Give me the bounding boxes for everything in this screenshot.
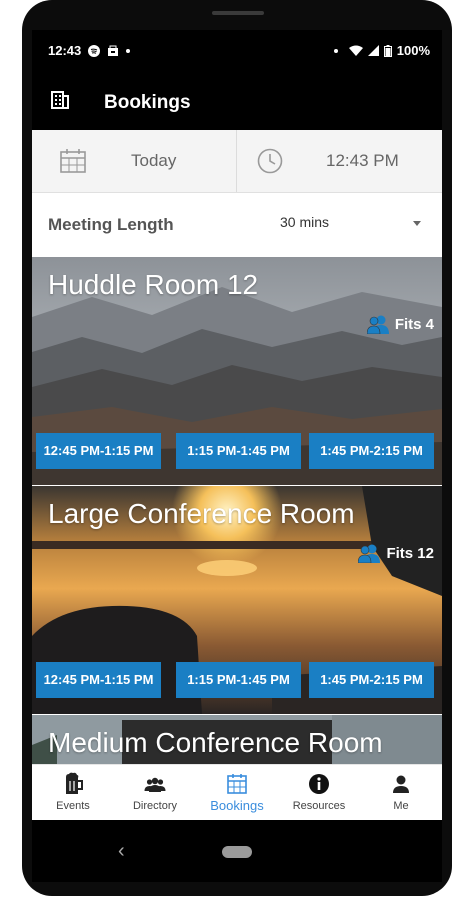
clock-icon [257,148,283,174]
date-time-picker-row: Today 12:43 PM [32,130,442,193]
store-notification-icon [108,45,119,56]
room-card[interactable]: Huddle Room 12 Fits 4 12:45 PM-1:15 PM 1… [32,257,442,485]
meeting-length-select[interactable]: 30 mins [280,214,329,230]
person-icon [393,775,409,793]
spotify-icon [88,44,101,57]
room-capacity: Fits 4 [366,314,434,334]
nav-label: Directory [132,800,177,812]
nav-resources[interactable]: Resources [278,765,360,821]
wifi-icon [348,45,363,56]
time-value: 12:43 PM [326,151,399,170]
people-group-icon [144,777,166,792]
dropdown-caret-icon[interactable] [413,221,421,226]
nav-label: Bookings [210,798,264,813]
time-slot-button[interactable]: 1:45 PM-2:15 PM [309,662,434,698]
nav-directory[interactable]: Directory [114,765,196,821]
back-icon[interactable]: ‹ [118,840,125,863]
room-capacity-label: Fits 4 [394,315,434,333]
screen: 12:43 100% Bookings Today 12:43 PM Meeti… [32,30,442,882]
system-navigation-bar: ‹ [32,820,442,882]
dot-icon [333,48,338,53]
info-circle-icon [309,774,329,794]
bookings-content[interactable]: Today 12:43 PM Meeting Length 30 mins Hu… [32,130,442,765]
time-slot-button[interactable]: 12:45 PM-1:15 PM [36,433,161,469]
time-picker[interactable]: 12:43 PM [237,130,441,192]
room-capacity: Fits 12 [358,543,434,563]
people-icon [358,544,381,563]
room-name: Large Conference Room [48,498,355,529]
more-notifications-dot-icon [126,48,131,53]
time-slot-button[interactable]: 12:45 PM-1:15 PM [36,662,161,698]
building-icon [51,91,69,109]
cell-signal-icon [367,45,379,56]
battery-percent: 100% [396,43,430,58]
room-capacity-label: Fits 12 [386,544,434,562]
nav-bookings[interactable]: Bookings [196,765,278,821]
meeting-length-row: Meeting Length 30 mins [32,193,442,257]
time-slot-button[interactable]: 1:15 PM-1:45 PM [176,433,301,469]
nav-me[interactable]: Me [360,765,442,821]
people-icon [366,315,389,334]
bottom-navigation: Events Directory Bookings Resources Me [32,764,442,821]
nav-events[interactable]: Events [32,765,114,821]
room-card[interactable]: Medium Conference Room [32,715,442,765]
calendar-icon [60,149,86,173]
date-value: Today [131,151,177,170]
app-bar: Bookings [32,70,442,130]
room-name: Huddle Room 12 [48,269,259,300]
room-card[interactable]: Large Conference Room Fits 12 12:45 PM-1… [32,486,442,714]
page-title: Bookings [104,92,191,113]
time-slot-button[interactable]: 1:15 PM-1:45 PM [176,662,301,698]
home-pill-icon[interactable] [222,846,252,858]
meeting-length-label: Meeting Length [48,215,174,234]
status-time: 12:43 [48,43,82,58]
speaker-grille [212,11,264,15]
nav-label: Resources [292,800,346,812]
nav-label: Events [56,800,90,812]
battery-icon [383,44,392,57]
phone-frame: 12:43 100% Bookings Today 12:43 PM Meeti… [22,0,452,896]
calendar-icon [227,774,247,794]
status-bar: 12:43 100% [32,30,442,70]
room-name: Medium Conference Room [48,727,383,758]
time-slot-row: 12:45 PM-1:15 PM 1:15 PM-1:45 PM 1:45 PM… [36,662,438,698]
date-picker[interactable]: Today [32,130,237,192]
beer-mug-icon [66,772,83,794]
nav-label: Me [393,800,409,812]
time-slot-row: 12:45 PM-1:15 PM 1:15 PM-1:45 PM 1:45 PM… [36,433,438,469]
time-slot-button[interactable]: 1:45 PM-2:15 PM [309,433,434,469]
